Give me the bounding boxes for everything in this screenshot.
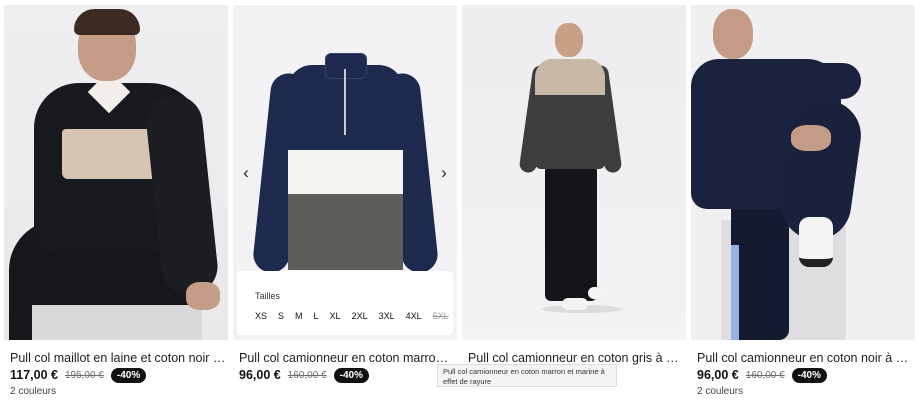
original-price: 160,00 € (287, 369, 327, 381)
color-count[interactable]: 2 couleurs (10, 386, 56, 397)
product-card-1[interactable]: Pull col maillot en laine et coton noir … (4, 5, 228, 400)
chevron-left-icon[interactable]: ‹ (236, 163, 256, 183)
product-image-4[interactable] (691, 5, 915, 340)
model-hair (74, 9, 140, 35)
size-option[interactable]: 2XL (352, 311, 368, 321)
model-shoe (799, 217, 833, 267)
product-name[interactable]: Pull col camionneur en coton marron et .… (239, 351, 455, 365)
model-head (713, 9, 753, 59)
pants-stripe (731, 245, 739, 340)
product-name[interactable]: Pull col camionneur en coton gris à effe… (468, 351, 684, 365)
current-price: 96,00 € (697, 368, 739, 382)
size-option[interactable]: L (314, 311, 319, 321)
sweater-white-band (288, 150, 403, 194)
current-price: 96,00 € (239, 368, 281, 382)
sweater-collar (325, 53, 367, 79)
model-shoe (562, 298, 588, 310)
chevron-right-icon[interactable]: › (434, 163, 454, 183)
product-image-3[interactable] (462, 5, 686, 340)
original-price: 160,00 € (745, 369, 785, 381)
price-row: 117,00 € 195,00 € -40% (10, 367, 147, 383)
product-name-tooltip: Pull col camionneur en coton marron et m… (437, 364, 617, 387)
price-row: 96,00 € 160,00 € -40% (697, 367, 828, 383)
size-option[interactable]: XS (255, 311, 267, 321)
model-legs (545, 165, 597, 301)
product-card-2[interactable]: ‹ › Tailles XS S M L XL 2XL 3XL 4XL 5XL … (233, 5, 457, 400)
model-hand (186, 282, 220, 310)
size-option[interactable]: 4XL (406, 311, 422, 321)
discount-badge: -40% (791, 367, 828, 383)
model-arm (781, 63, 861, 99)
model-hands (791, 125, 831, 151)
product-card-3[interactable]: Pull col camionneur en coton gris à effe… (462, 5, 686, 400)
model-head (555, 23, 583, 57)
size-selector: Tailles XS S M L XL 2XL 3XL 4XL 5XL (237, 271, 453, 335)
size-option[interactable]: M (295, 311, 303, 321)
discount-badge: -40% (110, 367, 147, 383)
photo-prop-block (32, 305, 202, 340)
size-option[interactable]: 3XL (379, 311, 395, 321)
size-option[interactable]: XL (330, 311, 341, 321)
model-legs (731, 200, 789, 340)
color-count[interactable]: 2 couleurs (697, 386, 743, 397)
size-list: XS S M L XL 2XL 3XL 4XL 5XL (255, 311, 449, 321)
sweater-zip (344, 69, 346, 135)
product-name[interactable]: Pull col camionneur en coton noir à man.… (697, 351, 913, 365)
current-price: 117,00 € (10, 368, 58, 382)
size-option-unavailable: 5XL (432, 311, 449, 321)
sizes-label: Tailles (255, 291, 281, 301)
size-option[interactable]: S (278, 311, 284, 321)
sweater-flat-lay (251, 53, 440, 275)
discount-badge: -40% (333, 367, 370, 383)
model-shoe (588, 287, 610, 299)
original-price: 195,00 € (64, 369, 104, 381)
product-name[interactable]: Pull col maillot en laine et coton noir … (10, 351, 226, 365)
price-row: 96,00 € 160,00 € -40% (239, 367, 370, 383)
product-image-2[interactable]: ‹ › Tailles XS S M L XL 2XL 3XL 4XL 5XL (233, 5, 457, 340)
sweater-beige-band (535, 59, 605, 95)
sweater-grey-band (288, 194, 403, 270)
product-image-1[interactable] (4, 5, 228, 340)
product-card-4[interactable]: Pull col camionneur en coton noir à man.… (691, 5, 915, 400)
